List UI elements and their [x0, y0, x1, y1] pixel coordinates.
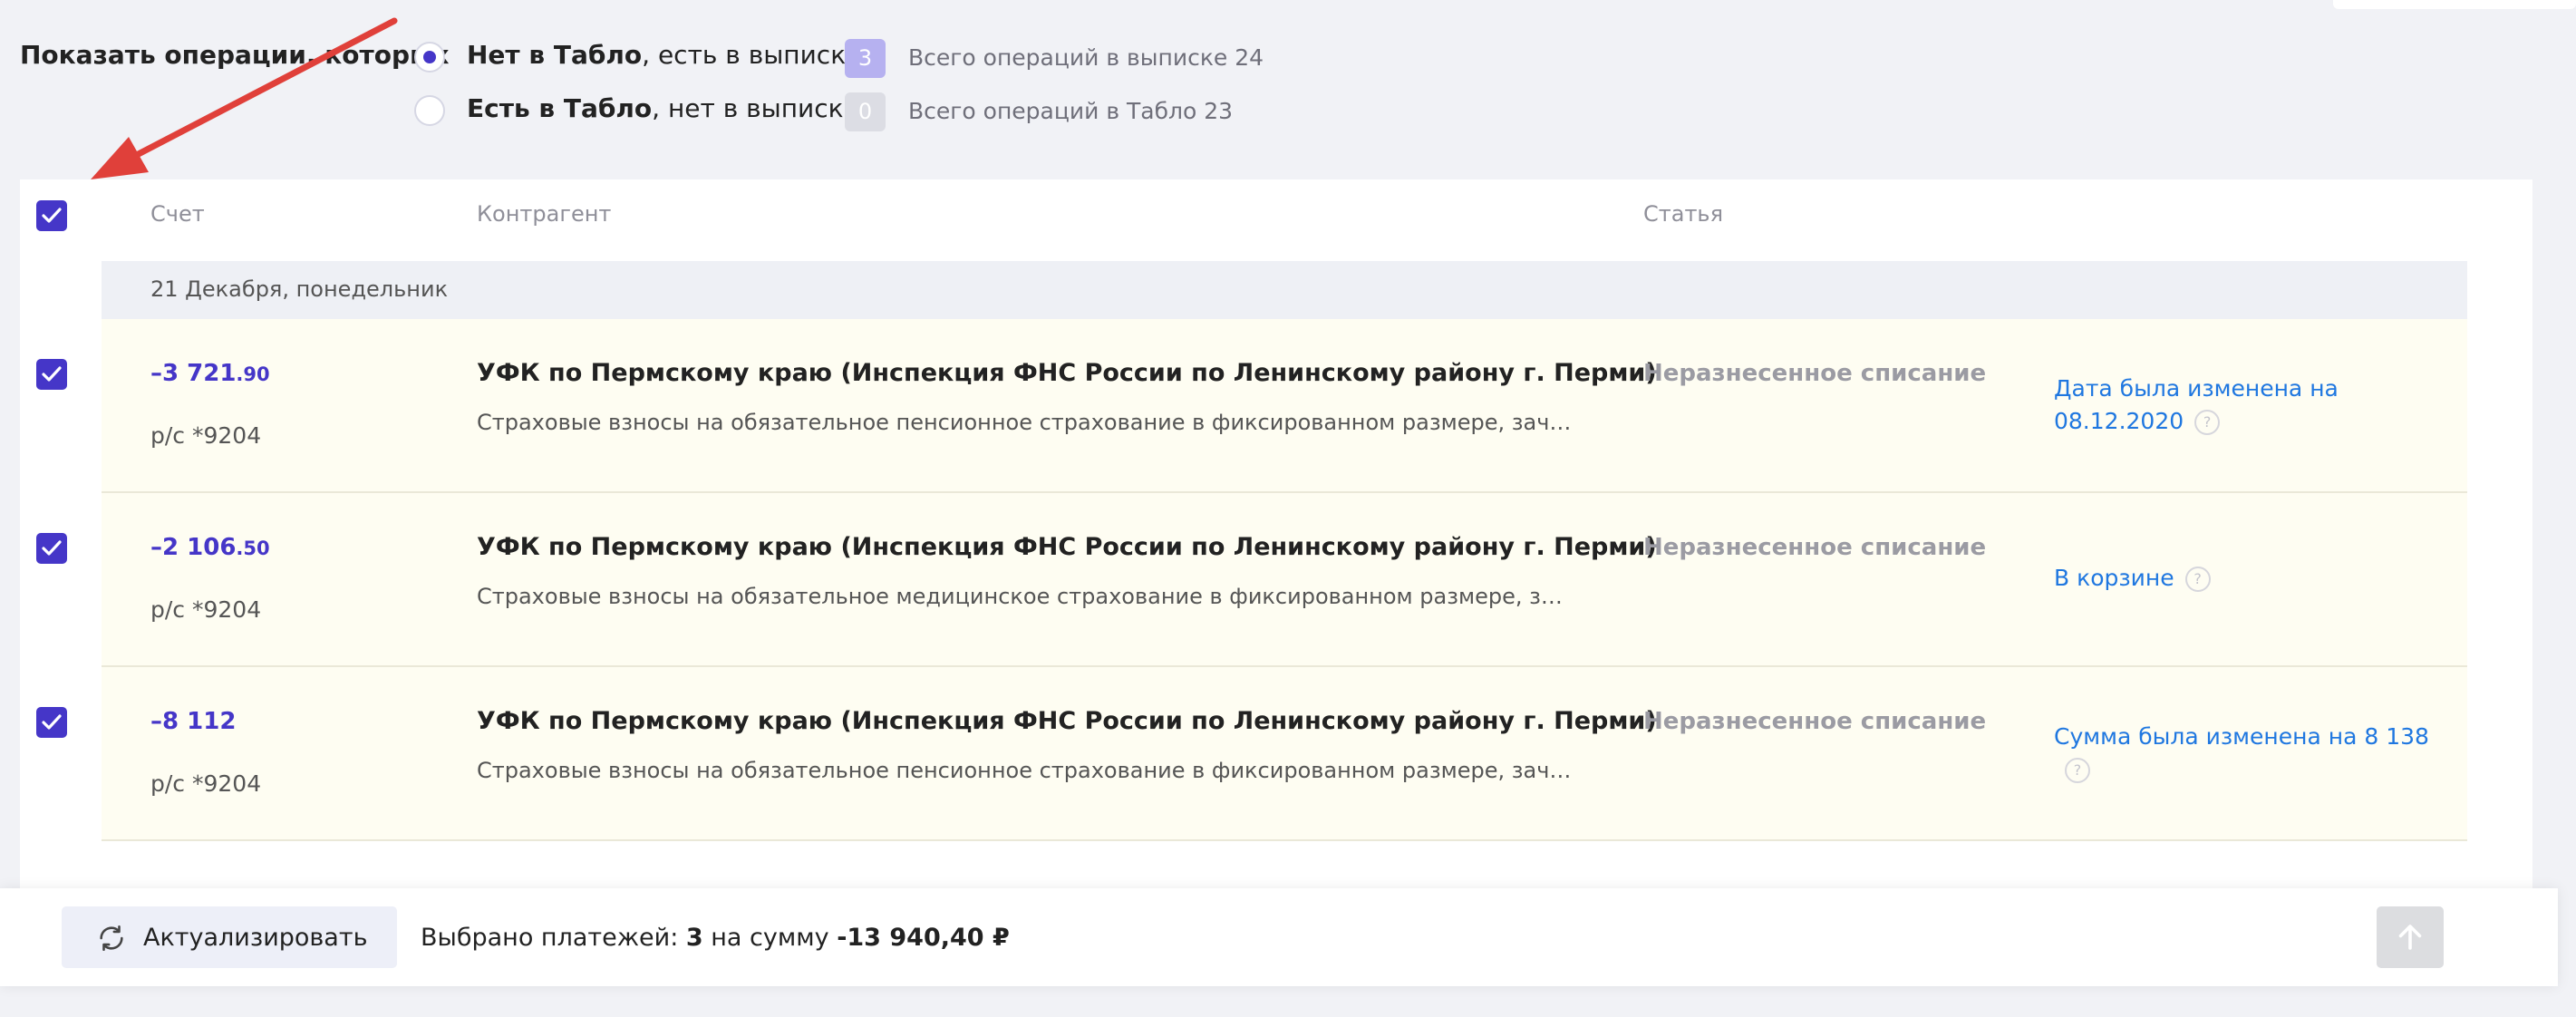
- help-icon[interactable]: ?: [2194, 410, 2221, 435]
- radio-not-in-tablo[interactable]: [414, 42, 445, 73]
- column-header-counterparty[interactable]: Контрагент: [477, 201, 611, 227]
- radio-label-in-tablo[interactable]: Есть в Табло, нет в выписке: [467, 93, 859, 123]
- row-account: р/с *9204: [150, 422, 262, 449]
- help-icon[interactable]: ?: [2065, 758, 2090, 783]
- top-right-panel: [2333, 0, 2576, 9]
- row-article[interactable]: Неразнесенное списание: [1643, 534, 1986, 561]
- count-badge-not-in-tablo: 3: [845, 39, 886, 78]
- day-label: 21 Декабря, понедельник: [150, 276, 449, 302]
- refresh-icon: [100, 925, 123, 952]
- radio-in-tablo[interactable]: [414, 95, 445, 126]
- help-icon[interactable]: ?: [2184, 567, 2211, 592]
- annotation-arrow: [91, 17, 398, 179]
- row-amount: –2 106.50: [150, 534, 270, 561]
- row-counterparty: УФК по Пермскому краю (Инспекция ФНС Рос…: [477, 533, 1657, 561]
- row-amount: –3 721.90: [150, 360, 270, 387]
- check-icon: [42, 366, 62, 382]
- row-checkbox[interactable]: [36, 707, 67, 738]
- row-account: р/с *9204: [150, 596, 262, 623]
- arrow-up-icon: [2398, 925, 2422, 950]
- row-checkbox[interactable]: [36, 359, 67, 390]
- scroll-to-top-button[interactable]: [2377, 906, 2444, 968]
- row-amount: –8 112: [150, 708, 237, 735]
- row-article[interactable]: Неразнесенное списание: [1643, 708, 1986, 735]
- row-counterparty: УФК по Пермскому краю (Инспекция ФНС Рос…: [477, 707, 1657, 735]
- select-all-checkbox[interactable]: [36, 200, 67, 231]
- total-in-tablo: Всего операций в Табло 23: [908, 98, 1234, 124]
- check-icon: [42, 208, 62, 223]
- row-description: Страховые взносы на обязательное пенсион…: [477, 410, 1574, 435]
- column-header-article[interactable]: Статья: [1643, 201, 1723, 227]
- check-icon: [42, 714, 62, 730]
- radio-label-not-in-tablo[interactable]: Нет в Табло, есть в выписке: [467, 40, 861, 70]
- row-note[interactable]: В корзине?: [2054, 562, 2353, 595]
- row-account: р/с *9204: [150, 770, 262, 797]
- refresh-button-label: Актуализировать: [143, 924, 368, 952]
- total-in-statement: Всего операций в выписке 24: [908, 44, 1264, 71]
- column-header-account[interactable]: Счет: [150, 201, 205, 227]
- row-counterparty: УФК по Пермскому краю (Инспекция ФНС Рос…: [477, 359, 1657, 387]
- day-group-header: [102, 261, 2467, 319]
- check-icon: [42, 540, 62, 556]
- row-description: Страховые взносы на обязательное пенсион…: [477, 758, 1574, 783]
- row-note[interactable]: Сумма была изменена на 8 138?: [2054, 721, 2435, 786]
- row-checkbox[interactable]: [36, 533, 67, 564]
- selection-summary: Выбрано платежей: 3 на сумму -13 940,40 …: [421, 924, 1010, 952]
- row-article[interactable]: Неразнесенное списание: [1643, 360, 1986, 387]
- count-badge-in-tablo: 0: [845, 92, 886, 131]
- row-note[interactable]: Дата была изменена на 08.12.2020?: [2054, 373, 2353, 438]
- row-description: Страховые взносы на обязательное медицин…: [477, 584, 1574, 609]
- refresh-button[interactable]: Актуализировать: [62, 906, 397, 968]
